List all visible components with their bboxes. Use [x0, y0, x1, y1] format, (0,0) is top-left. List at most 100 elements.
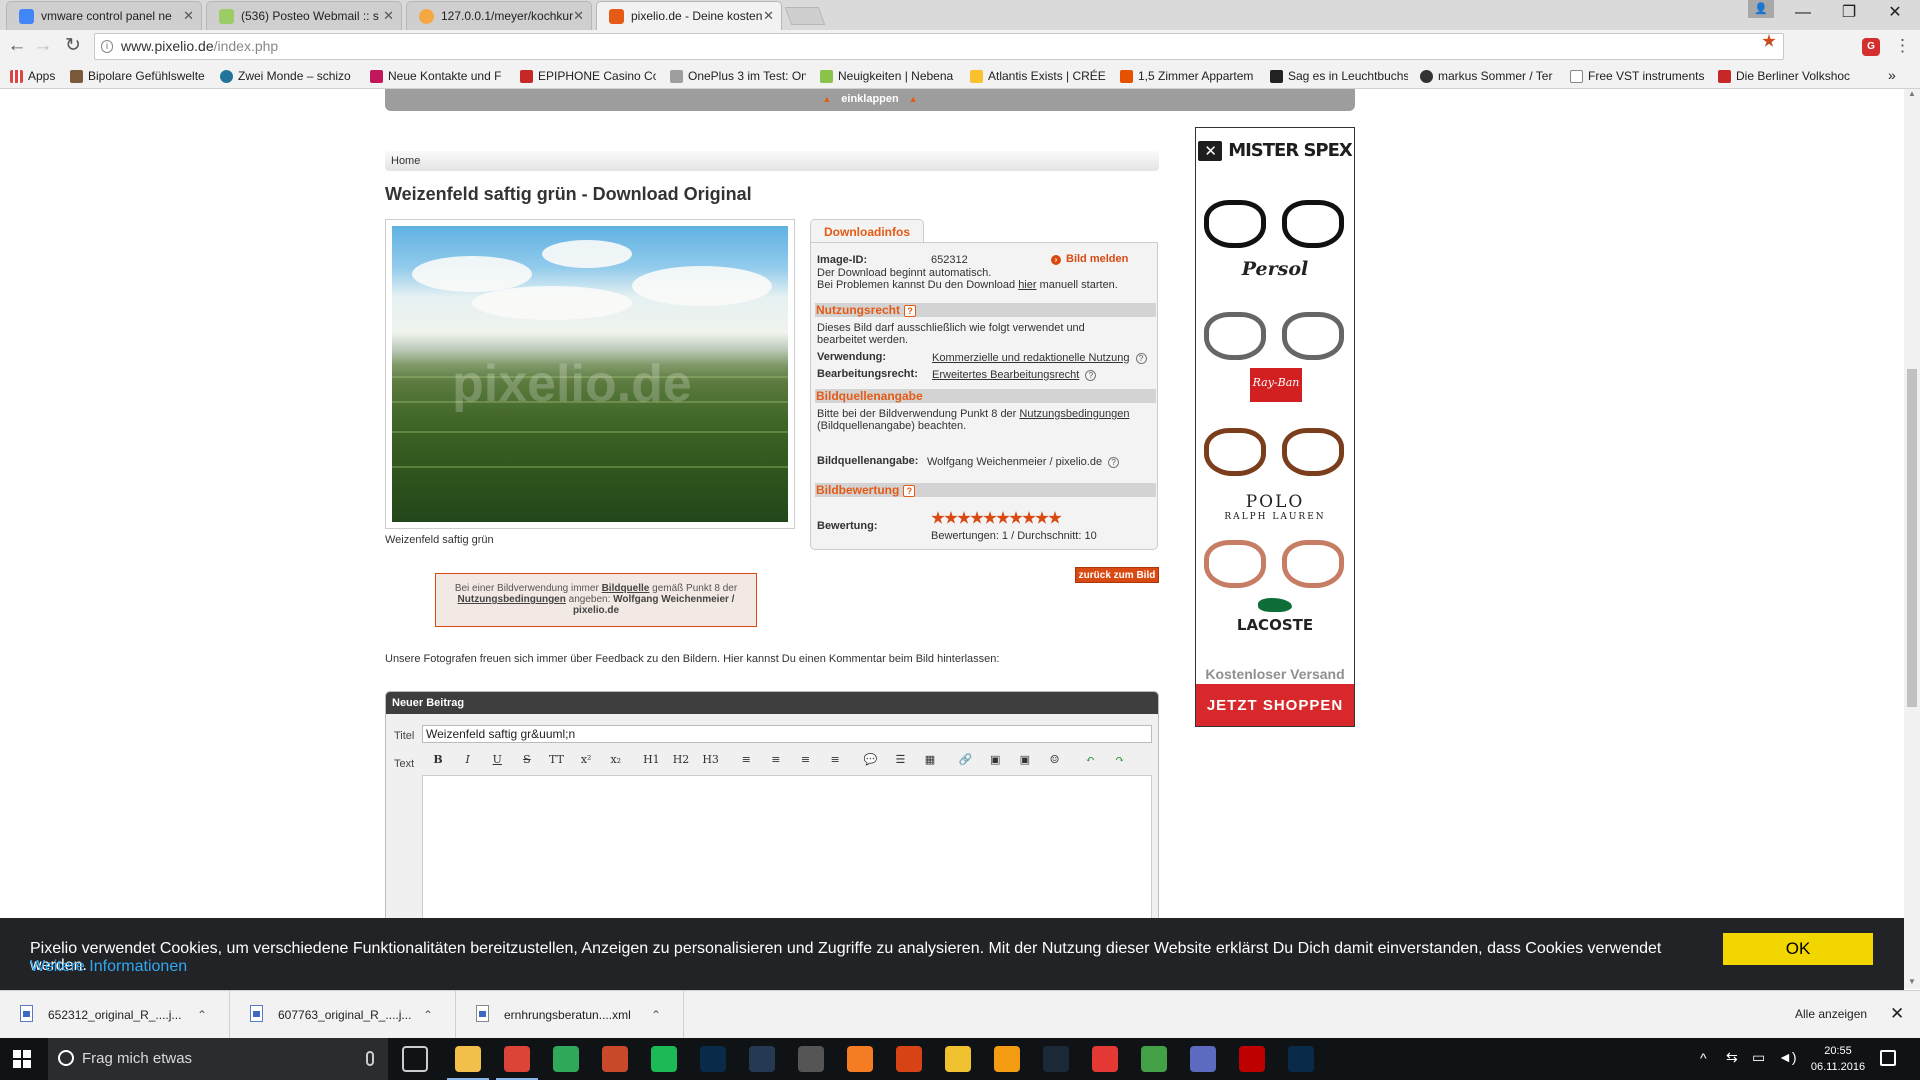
rating-stars[interactable] — [931, 511, 1062, 527]
address-bar[interactable]: i www.pixelio.de/index.php ☆ — [94, 33, 1784, 60]
scroll-down-icon[interactable]: ▼ — [1904, 977, 1920, 986]
link-icon[interactable]: 🔗 — [954, 750, 978, 770]
bookmark-item[interactable]: Bipolare Gefühlswelte — [68, 64, 208, 88]
help-icon[interactable]: ? — [1135, 353, 1147, 364]
monospace-icon[interactable]: TT — [545, 750, 569, 770]
maximize-icon[interactable]: ❐ — [1826, 0, 1872, 30]
network-icon[interactable]: ⇆ — [1726, 1049, 1738, 1066]
italic-icon[interactable]: I — [456, 750, 480, 770]
clock[interactable]: 20:55 06.11.2016 — [1808, 1043, 1868, 1075]
profile-icon[interactable]: 👤 — [1748, 0, 1774, 18]
forward-arrow-icon[interactable]: → — [30, 33, 56, 59]
smiley-icon[interactable]: ☺ — [1043, 750, 1067, 770]
star-icon[interactable] — [1048, 511, 1062, 524]
manual-download-link[interactable]: hier — [1018, 279, 1036, 291]
close-icon[interactable]: ✕ — [183, 2, 194, 30]
heading2-icon[interactable]: H2 — [669, 750, 693, 770]
download-item[interactable]: 607763_original_R_....j... ⌃ — [230, 991, 456, 1039]
redo-icon[interactable]: ↷ — [1108, 750, 1132, 770]
star-icon[interactable] — [970, 511, 984, 524]
bookmark-item[interactable]: Neue Kontakte und F — [368, 64, 506, 88]
strikethrough-icon[interactable]: S — [515, 750, 539, 770]
help-icon[interactable]: ? — [904, 305, 916, 317]
bookmark-item[interactable]: Zwei Monde – schizo — [218, 64, 358, 88]
quote-icon[interactable]: 💬 — [859, 750, 883, 770]
media-icon[interactable]: ▣ — [1013, 750, 1037, 770]
shop-now-button[interactable]: JETZT SHOPPEN — [1196, 684, 1354, 726]
back-arrow-icon[interactable]: ← — [4, 33, 30, 59]
bookmark-item[interactable]: Sag es in Leuchtbuchs — [1268, 64, 1408, 88]
close-icon[interactable]: ✕ — [763, 2, 774, 30]
extension-icon[interactable]: G — [1862, 38, 1880, 56]
bookmark-item[interactable]: Neuigkeiten | Nebena — [818, 64, 956, 88]
filezilla-icon[interactable] — [1239, 1046, 1265, 1072]
xampp-icon[interactable] — [847, 1046, 873, 1072]
spotify-icon[interactable] — [651, 1046, 677, 1072]
superscript-icon[interactable]: x² — [574, 750, 598, 770]
photoshop-icon[interactable] — [700, 1046, 726, 1072]
edit-rights-link[interactable]: Erweitertes Bearbeitungsrecht — [932, 369, 1079, 381]
star-icon[interactable] — [957, 511, 971, 524]
new-tab-button[interactable] — [784, 7, 826, 25]
download-item[interactable]: ernhrungsberatun....xml ⌃ — [456, 991, 684, 1039]
task-view-icon[interactable] — [402, 1046, 428, 1072]
photoshop-2-icon[interactable] — [1288, 1046, 1314, 1072]
app-greenbox-icon[interactable] — [1141, 1046, 1167, 1072]
subscript-icon[interactable]: x₂ — [604, 750, 628, 770]
cookie-ok-button[interactable]: OK — [1723, 933, 1873, 965]
bookmark-item[interactable]: Atlantis Exists | CRÉER — [968, 64, 1106, 88]
show-all-downloads-button[interactable]: Alle anzeigen — [1795, 1007, 1867, 1021]
bookmark-item[interactable]: Free VST instruments — [1568, 64, 1706, 88]
monitor-icon[interactable]: ▭ — [1752, 1049, 1765, 1066]
star-icon[interactable] — [931, 511, 945, 524]
mister-spex-ad[interactable]: ✕ MISTER SPEX Persol Ray-Ban POLO RALPH L… — [1195, 127, 1355, 727]
usage-link[interactable]: Kommerzielle und redaktionelle Nutzung — [932, 352, 1130, 364]
chevron-up-icon[interactable]: ⌃ — [423, 991, 433, 1039]
breadcrumb-home-link[interactable]: Home — [391, 155, 420, 167]
menu-icon[interactable]: ⋮ — [1894, 36, 1911, 56]
terms-link[interactable]: Nutzungsbedingungen — [458, 594, 566, 605]
microphone-icon[interactable] — [366, 1051, 374, 1066]
app-red-icon[interactable] — [1092, 1046, 1118, 1072]
app-lock-icon[interactable] — [1190, 1046, 1216, 1072]
bookmarks-overflow-button[interactable]: » — [1888, 64, 1896, 86]
align-left-icon[interactable]: ≡ — [734, 750, 758, 770]
heading3-icon[interactable]: H3 — [699, 750, 723, 770]
star-icon[interactable] — [983, 511, 997, 524]
minimize-icon[interactable]: — — [1780, 0, 1826, 30]
bold-icon[interactable]: B — [426, 750, 450, 770]
bookmark-item[interactable]: 1,5 Zimmer Appartem — [1118, 64, 1256, 88]
list-icon[interactable]: ☰ — [888, 750, 912, 770]
bookmark-item[interactable]: markus Sommer / Ter — [1418, 64, 1558, 88]
chevron-up-icon[interactable]: ⌃ — [197, 991, 207, 1039]
collapse-button[interactable]: ▲ einklappen ▲ — [385, 89, 1355, 111]
back-to-image-button[interactable]: zurück zum Bild — [1075, 567, 1159, 583]
report-image-link[interactable]: › Bild melden — [1051, 253, 1128, 265]
tab-localhost[interactable]: 127.0.0.1/meyer/kochkur ✕ — [406, 1, 592, 30]
title-input[interactable]: Weizenfeld saftig gr&uuml;n — [422, 725, 1152, 743]
volume-icon[interactable]: ◄) — [1778, 1049, 1797, 1065]
close-icon[interactable]: ✕ — [1890, 1004, 1904, 1024]
reload-icon[interactable]: ↻ — [60, 33, 86, 59]
align-center-icon[interactable]: ≡ — [764, 750, 788, 770]
image-icon[interactable]: ▣ — [983, 750, 1007, 770]
chevron-up-icon[interactable]: ^ — [1700, 1050, 1707, 1066]
bookmark-item[interactable]: OnePlus 3 im Test: On — [668, 64, 806, 88]
tab-vmware[interactable]: vmware control panel ne ✕ — [6, 1, 202, 30]
app-camera-icon[interactable] — [798, 1046, 824, 1072]
chrome-icon[interactable] — [496, 1046, 538, 1080]
notifications-icon[interactable] — [1880, 1050, 1896, 1066]
star-icon[interactable] — [944, 511, 958, 524]
bookmark-item[interactable]: EPIPHONE Casino Co — [518, 64, 656, 88]
underline-icon[interactable]: U — [485, 750, 509, 770]
app-pot-icon[interactable] — [896, 1046, 922, 1072]
steam-icon[interactable] — [1043, 1046, 1069, 1072]
lightroom-icon[interactable] — [749, 1046, 775, 1072]
close-icon[interactable]: ✕ — [573, 2, 584, 30]
table-icon[interactable]: ▦ — [918, 750, 942, 770]
vertical-scrollbar[interactable]: ▲ ▼ — [1904, 89, 1920, 989]
help-icon[interactable]: ? — [903, 485, 916, 497]
help-icon[interactable]: ? — [1085, 370, 1097, 381]
app-shield-icon[interactable] — [602, 1046, 628, 1072]
chevron-up-icon[interactable]: ⌃ — [651, 991, 661, 1039]
